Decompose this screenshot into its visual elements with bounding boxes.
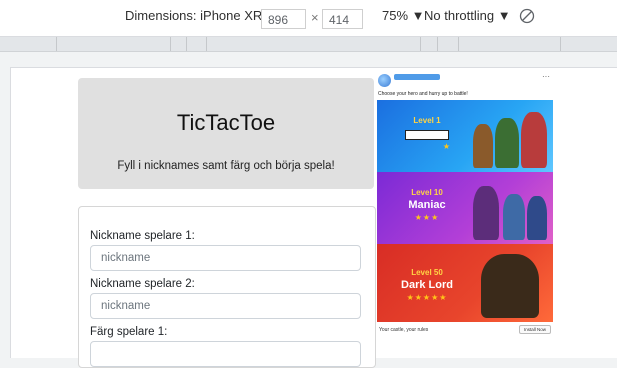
ad-panel-level1: Level 1 ★ bbox=[377, 100, 553, 172]
level50-label: Level 50 bbox=[411, 268, 443, 277]
nickname-p1-input[interactable]: nickname bbox=[90, 245, 361, 271]
width-input[interactable]: 896 bbox=[261, 9, 306, 29]
throttling-select[interactable]: No throttling ▼ bbox=[424, 8, 511, 23]
ad-footer-text: Your castle, your rules bbox=[379, 327, 429, 333]
hero-figure bbox=[521, 112, 547, 168]
level10-title: Maniac bbox=[408, 199, 446, 211]
height-input[interactable]: 414 bbox=[322, 9, 363, 29]
level10-stars: ★★★ bbox=[414, 213, 440, 222]
install-now-button[interactable]: Install Now bbox=[518, 325, 551, 334]
hero-figure bbox=[503, 194, 525, 240]
media-query-ruler bbox=[0, 37, 617, 52]
level10-label: Level 10 bbox=[411, 188, 443, 197]
hero-figure bbox=[527, 196, 547, 240]
color-p1-label: Färg spelare 1: bbox=[90, 326, 168, 338]
ad-panel-level10: Level 10 Maniac ★★★ bbox=[377, 172, 553, 244]
nickname-p2-input[interactable]: nickname bbox=[90, 293, 361, 319]
dimension-separator: × bbox=[311, 10, 319, 25]
hero-figure bbox=[473, 186, 499, 240]
device-viewport: TicTacToe Fyll i nicknames samt färg och… bbox=[10, 67, 617, 368]
nickname-p2-label: Nickname spelare 2: bbox=[90, 278, 195, 290]
page-subtitle: Fyll i nicknames samt färg och börja spe… bbox=[117, 160, 335, 172]
level1-name-box bbox=[405, 130, 449, 140]
zoom-select[interactable]: 75% ▼ bbox=[382, 8, 425, 23]
level1-label: Level 1 bbox=[413, 116, 441, 125]
hero-figure bbox=[495, 118, 519, 168]
device-toolbar: Dimensions: iPhone XR ▼ 896 × 414 75% ▼ … bbox=[0, 0, 617, 37]
level50-stars: ★★★★★ bbox=[406, 293, 448, 302]
ad-panel-level50: Level 50 Dark Lord ★★★★★ bbox=[377, 244, 553, 322]
hero-banner: TicTacToe Fyll i nicknames samt färg och… bbox=[78, 78, 374, 189]
ad-banner[interactable]: ··· Choose your hero and hurry up to bat… bbox=[376, 72, 554, 340]
ad-avatar bbox=[378, 74, 391, 87]
more-icon[interactable]: ··· bbox=[542, 72, 550, 81]
nickname-p1-label: Nickname spelare 1: bbox=[90, 230, 195, 242]
player-form: Nickname spelare 1: nickname Nickname sp… bbox=[78, 206, 376, 368]
page-title: TicTacToe bbox=[176, 110, 276, 135]
hero-figure bbox=[481, 254, 539, 318]
device-select[interactable]: Dimensions: iPhone XR ▼ bbox=[125, 8, 279, 23]
level50-title: Dark Lord bbox=[401, 279, 453, 291]
level1-stars: ★ bbox=[442, 142, 452, 151]
hero-figure bbox=[473, 124, 493, 168]
rotate-icon[interactable] bbox=[518, 7, 536, 25]
ad-advertiser-name bbox=[394, 74, 440, 80]
ad-caption: Choose your hero and hurry up to battle! bbox=[378, 91, 468, 97]
color-p1-input[interactable] bbox=[90, 341, 361, 367]
